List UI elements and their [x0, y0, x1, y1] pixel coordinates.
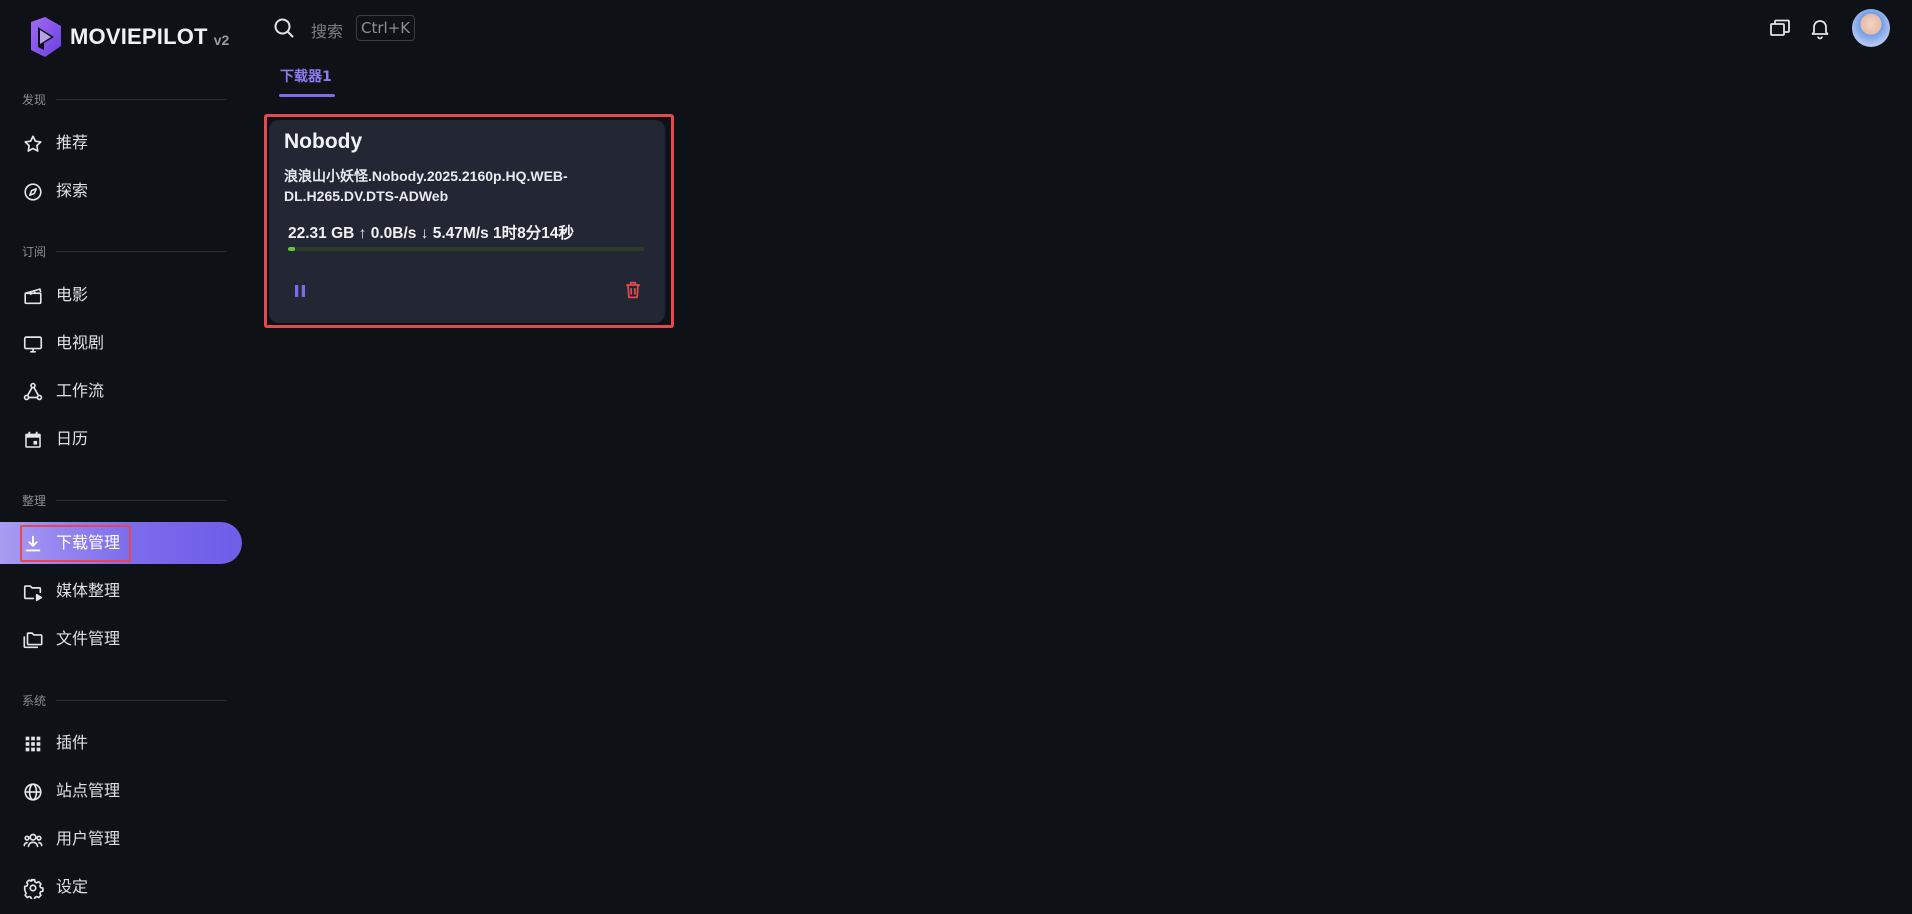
download-progress-bar [288, 247, 644, 251]
download-filename: 浪浪山小妖怪.Nobody.2025.2160p.HQ.WEB-DL.H265.… [284, 168, 568, 204]
download-card[interactable]: Nobody 浪浪山小妖怪.Nobody.2025.2160p.HQ.WEB-D… [269, 120, 665, 323]
search-shortcut-hint: Ctrl+K [356, 15, 416, 41]
search-input[interactable]: 搜索 [311, 18, 343, 42]
tab-active-indicator [279, 94, 335, 97]
section-title-subscribe: 订阅 [22, 243, 227, 260]
brand-logo[interactable]: MOVIEPILOT v2 [27, 16, 229, 58]
sidebar-item-plugins[interactable]: 插件 [0, 722, 242, 764]
brand-version: v2 [213, 32, 230, 48]
media-folder-icon [22, 581, 44, 603]
sidebar-item-tv[interactable]: 电视剧 [0, 322, 242, 364]
sidebar-item-label: 插件 [56, 733, 89, 752]
trash-icon [626, 281, 640, 299]
sidebar-item-label: 用户管理 [56, 829, 121, 848]
clapperboard-icon [22, 285, 44, 307]
star-icon [22, 133, 44, 155]
sidebar-item-calendar[interactable]: 日历 [0, 418, 242, 460]
moviepilot-logo-icon [31, 17, 61, 57]
sidebar-item-label: 工作流 [56, 381, 105, 400]
section-title-discover: 发现 [22, 91, 227, 108]
bell-icon[interactable] [1808, 16, 1832, 40]
search-icon[interactable] [272, 16, 296, 40]
pause-icon [294, 285, 306, 297]
sidebar-item-label: 探索 [56, 181, 89, 200]
windows-icon[interactable] [1768, 16, 1792, 40]
sidebar-item-explore[interactable]: 探索 [0, 170, 242, 212]
sidebar-item-settings[interactable]: 设定 [0, 866, 242, 908]
sidebar-item-label: 下载管理 [56, 533, 121, 552]
folders-icon [22, 629, 44, 651]
grid-icon [22, 733, 44, 755]
app-root: MOVIEPILOT v2 发现 推荐 探索 订阅 电影 电视剧 工作流 日历 … [0, 0, 1912, 914]
tv-icon [22, 333, 44, 355]
sidebar-item-label: 电视剧 [56, 333, 105, 352]
download-icon [22, 533, 44, 555]
download-progress-fill [288, 247, 296, 251]
section-title-system: 系统 [22, 692, 227, 709]
sidebar-item-media-organize[interactable]: 媒体整理 [0, 570, 242, 612]
sidebar-item-label: 站点管理 [56, 781, 121, 800]
compass-icon [22, 181, 44, 203]
avatar[interactable] [1852, 9, 1890, 47]
sidebar-item-label: 媒体整理 [56, 581, 121, 600]
users-icon [22, 829, 44, 851]
sidebar-item-movies[interactable]: 电影 [0, 274, 242, 316]
pause-button[interactable] [289, 280, 311, 302]
globe-icon [22, 781, 44, 803]
sidebar-item-label: 推荐 [56, 133, 89, 152]
sidebar-item-label: 设定 [56, 877, 89, 896]
download-stats: 22.31 GB ↑ 0.0B/s ↓ 5.47M/s 1时8分14秒 [288, 225, 575, 242]
workflow-icon [22, 381, 44, 403]
download-title: Nobody [284, 130, 363, 153]
sidebar-item-file-manager[interactable]: 文件管理 [0, 618, 242, 660]
sidebar-item-site-manager[interactable]: 站点管理 [0, 770, 242, 812]
sidebar-item-label: 电影 [56, 285, 89, 304]
calendar-icon [22, 429, 44, 451]
sidebar-item-label: 文件管理 [56, 629, 121, 648]
sidebar-item-recommend[interactable]: 推荐 [0, 122, 242, 164]
sidebar: MOVIEPILOT v2 发现 推荐 探索 订阅 电影 电视剧 工作流 日历 … [0, 0, 244, 914]
sidebar-item-label: 日历 [56, 429, 89, 448]
sidebar-item-workflow[interactable]: 工作流 [0, 370, 242, 412]
sidebar-item-download-manager[interactable]: 下载管理 [0, 522, 242, 564]
section-title-organize: 整理 [22, 492, 227, 509]
sidebar-item-user-manager[interactable]: 用户管理 [0, 818, 242, 860]
gear-icon [22, 877, 44, 901]
delete-button[interactable] [622, 279, 644, 301]
brand-name: MOVIEPILOT [70, 24, 208, 49]
